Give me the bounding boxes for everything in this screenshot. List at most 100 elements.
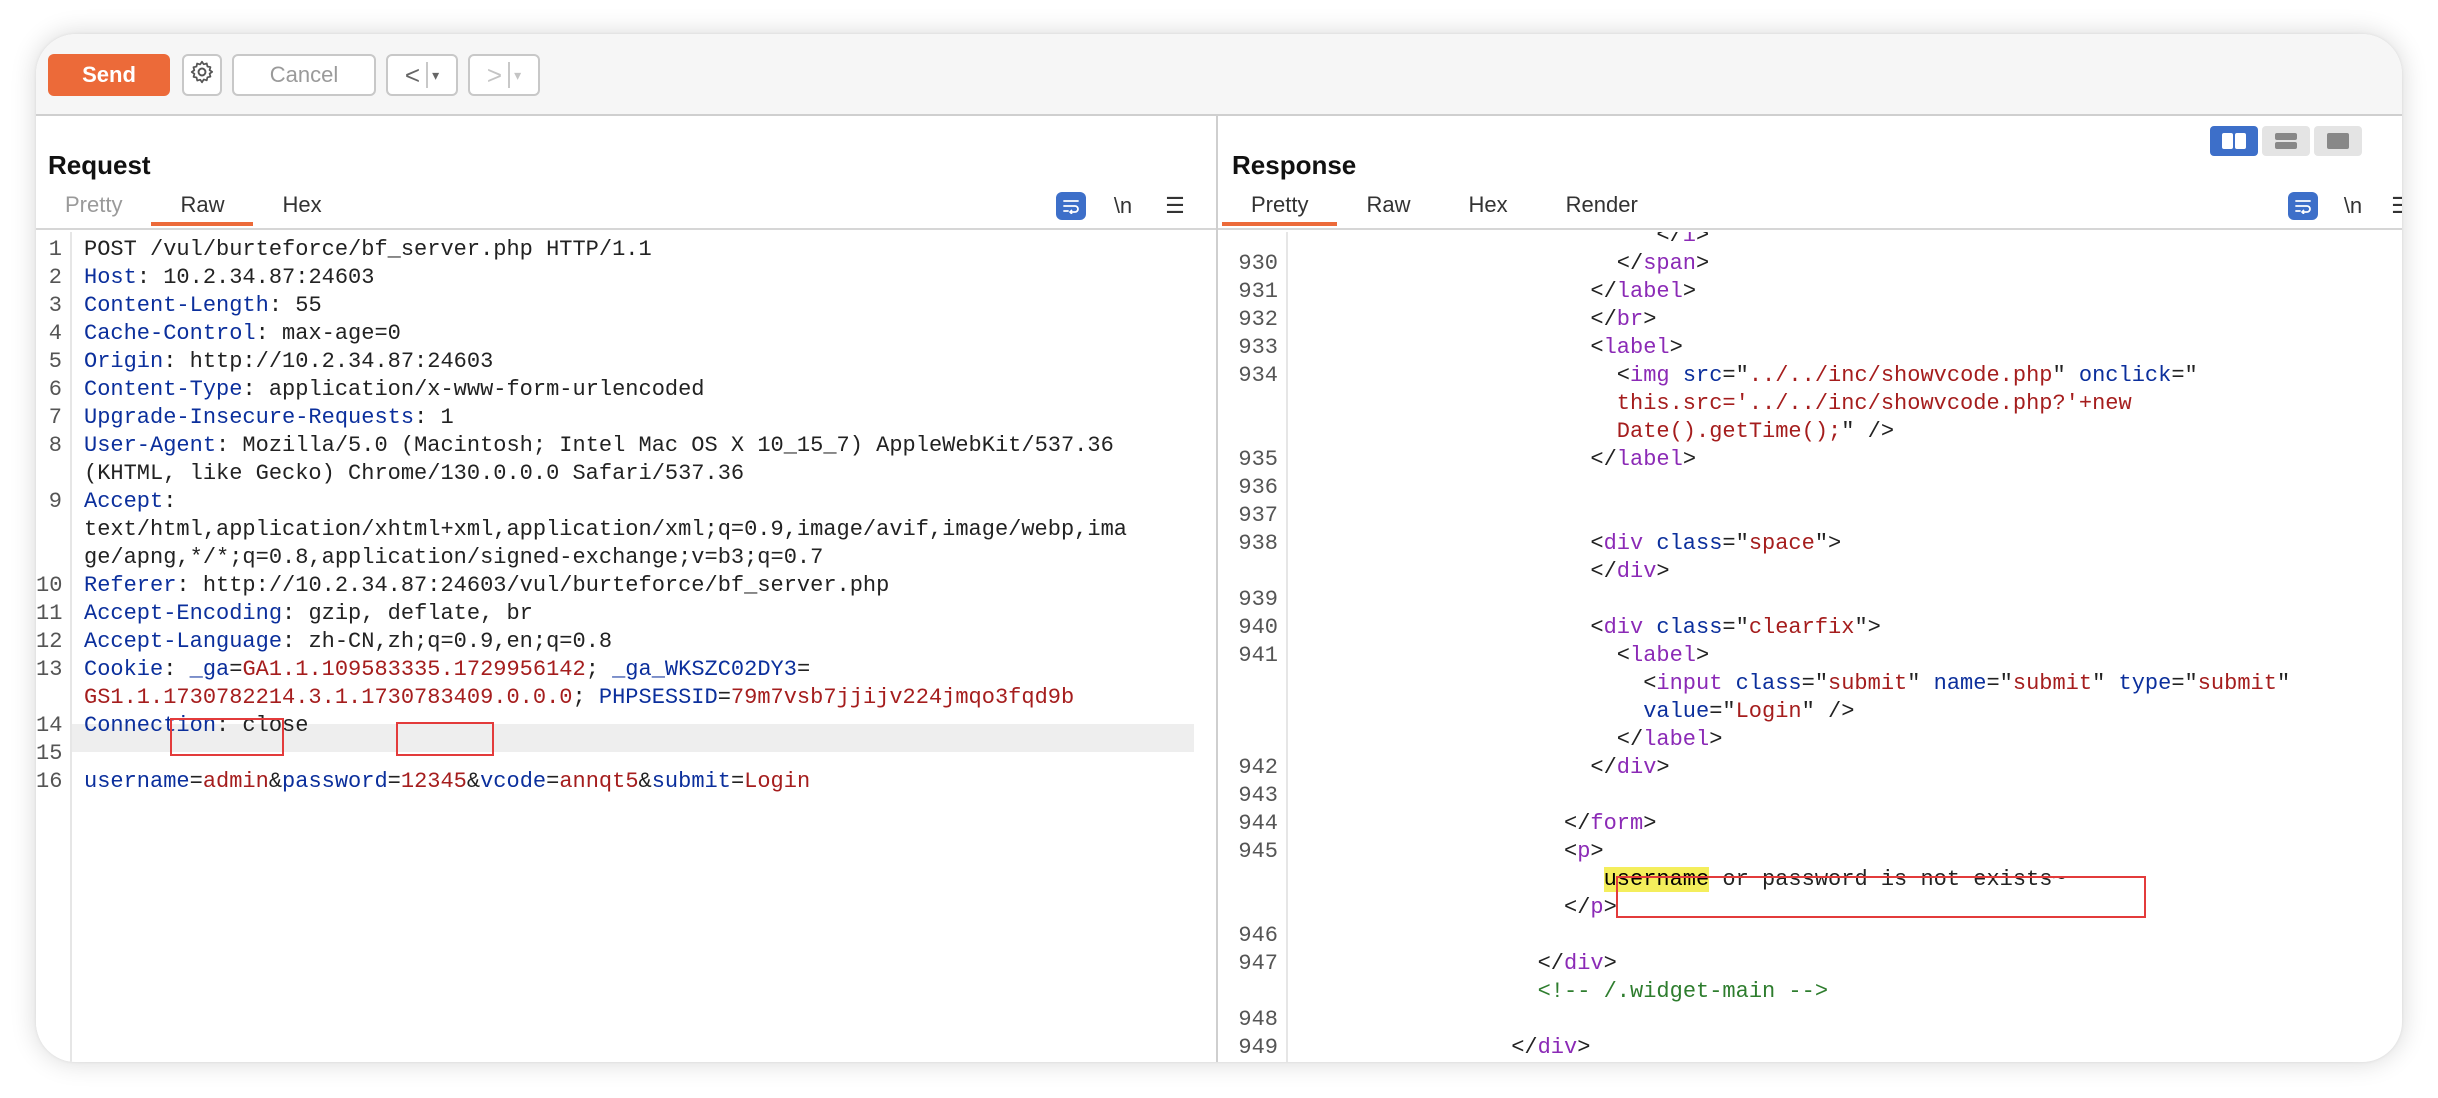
line-code: <label> (1617, 642, 1709, 670)
code-token: form (1590, 811, 1644, 836)
code-token: Content-Type (84, 377, 243, 402)
code-token: div (1603, 531, 1644, 556)
line-number: 935 (1238, 447, 1278, 472)
code-token: </ (1616, 727, 1644, 752)
code-token: </ (1590, 307, 1617, 332)
code-line: 936 (1218, 474, 2402, 502)
line-code: Content-Length: 55 (84, 292, 322, 320)
code-token: username (84, 769, 190, 794)
code-token: > (1656, 559, 1670, 584)
code-token: : zh-CN,zh;q=0.9,en;q=0.8 (282, 629, 613, 654)
code-token: </ (1590, 279, 1617, 304)
response-editor[interactable]: </i> 930 </span> 931 </label> 932 </br> 933 <lab… (1218, 232, 2402, 1062)
line-number: 13 (36, 657, 63, 682)
forward-button[interactable]: > ▾ (468, 54, 540, 96)
line-code: Cookie: _ga=GA1.1.109583335.1729956142; … (84, 656, 810, 684)
cancel-button[interactable]: Cancel (232, 54, 376, 96)
tab-response-hex[interactable]: Hex (1439, 184, 1536, 226)
response-tabs: Pretty Raw Hex Render (1222, 184, 1667, 226)
line-code: Accept-Language: zh-CN,zh;q=0.9,en;q=0.8 (84, 628, 612, 656)
menu-icon[interactable]: ☰ (1160, 192, 1190, 220)
code-token: =" (2171, 363, 2198, 388)
code-line: 934 <img src="../../inc/showvcode.php" on… (1218, 362, 2402, 390)
word-wrap-icon[interactable] (1056, 192, 1086, 220)
line-code: Host: 10.2.34.87:24603 (84, 264, 374, 292)
code-line: 949 </div> (1218, 1034, 2402, 1062)
code-line: (KHTML, like Gecko) Chrome/130.0.0.0 Saf… (36, 460, 1216, 488)
back-dropdown-icon[interactable]: ▾ (426, 62, 439, 88)
code-line: 938 <div class="space"> (1218, 530, 2402, 558)
code-token: submit (2197, 671, 2277, 696)
settings-button[interactable] (182, 54, 222, 96)
code-line: 944 </form> (1218, 810, 2402, 838)
admin-value-highlight-box (170, 718, 284, 756)
code-token: : application/x-www-form-urlencoded (242, 377, 705, 402)
code-line: 937 (1218, 502, 2402, 530)
tab-response-render[interactable]: Render (1537, 184, 1667, 226)
code-token: PHPSESSID (598, 685, 718, 710)
back-arrow-icon: < (404, 59, 421, 90)
code-line: Date().getTime();" /> (1218, 418, 2402, 446)
code-token: = (229, 657, 243, 682)
code-token: annqt5 (559, 769, 639, 794)
response-tab-divider (1218, 228, 2402, 230)
code-token: class (1735, 671, 1802, 696)
show-newlines-toggle[interactable]: \n (2338, 192, 2368, 220)
code-line: 930 </span> (1218, 250, 2402, 278)
code-token: value (1643, 699, 1710, 724)
request-title: Request (48, 150, 151, 180)
tab-request-raw[interactable]: Raw (151, 184, 254, 226)
code-token: Host (84, 265, 137, 290)
code-token: _ga_WKSZC02DY3 (612, 657, 797, 682)
code-token: ge/apng,*/*;q=0.8,application/signed-exc… (84, 545, 824, 570)
code-line: </i> (1218, 232, 2402, 250)
code-token: < (1616, 363, 1630, 388)
code-line: 940 <div class="clearfix"> (1218, 614, 2402, 642)
line-number: 946 (1238, 923, 1278, 948)
menu-icon[interactable]: ☰ (2386, 192, 2402, 220)
line-number: 931 (1238, 279, 1278, 304)
code-token: img (1630, 363, 1670, 388)
code-token: space (1748, 531, 1815, 556)
layout-side-by-side-icon[interactable] (2210, 126, 2258, 156)
code-token: vcode (480, 769, 547, 794)
line-number: 8 (48, 433, 62, 458)
send-button[interactable]: Send (48, 54, 170, 96)
code-token: > (1696, 643, 1710, 668)
line-number: 934 (1238, 363, 1278, 388)
code-token: 79m7vsb7jjijv224jmqo3fqd9b (730, 685, 1075, 710)
line-number: 6 (48, 377, 62, 402)
code-token: label (1616, 447, 1683, 472)
tab-request-pretty[interactable]: Pretty (36, 184, 151, 226)
tab-request-hex[interactable]: Hex (253, 184, 350, 226)
tab-response-pretty[interactable]: Pretty (1222, 184, 1338, 226)
code-token: input (1656, 671, 1723, 696)
layout-tabs-icon[interactable] (2314, 126, 2362, 156)
code-token: = (796, 657, 811, 682)
code-token: Accept-Encoding (84, 601, 283, 626)
code-token: : Mozilla/5.0 (Macintosh; Intel Mac OS X… (216, 433, 1114, 458)
code-token: " (2276, 671, 2291, 696)
back-button[interactable]: < ▾ (386, 54, 458, 96)
code-token: > (1590, 839, 1604, 864)
line-code: </form> (1564, 810, 1656, 838)
line-number: 937 (1238, 503, 1278, 528)
tab-response-raw[interactable]: Raw (1337, 184, 1439, 226)
code-token: </ (1564, 811, 1591, 836)
word-wrap-icon[interactable] (2288, 192, 2318, 220)
line-code: <div class="space"> (1590, 530, 1841, 558)
code-token: Cache-Control (84, 321, 256, 346)
code-token: = (730, 769, 745, 794)
code-token: src (1682, 363, 1723, 388)
code-token: </ (1511, 1035, 1538, 1060)
line-code: this.src='../../inc/showvcode.php?'+new (1617, 390, 2132, 418)
code-token: User-Agent (84, 433, 217, 458)
layout-top-bottom-icon[interactable] (2262, 126, 2310, 156)
show-newlines-toggle[interactable]: \n (1108, 192, 1138, 220)
line-number: 15 (36, 741, 63, 766)
code-token: onclick (2078, 363, 2172, 388)
request-editor[interactable]: 1 POST /vul/burteforce/bf_server.php HTTP… (36, 232, 1216, 1062)
code-line: 933 <label> (1218, 334, 2402, 362)
forward-dropdown-icon[interactable]: ▾ (508, 62, 521, 88)
line-code: <div class="clearfix"> (1590, 614, 1880, 642)
